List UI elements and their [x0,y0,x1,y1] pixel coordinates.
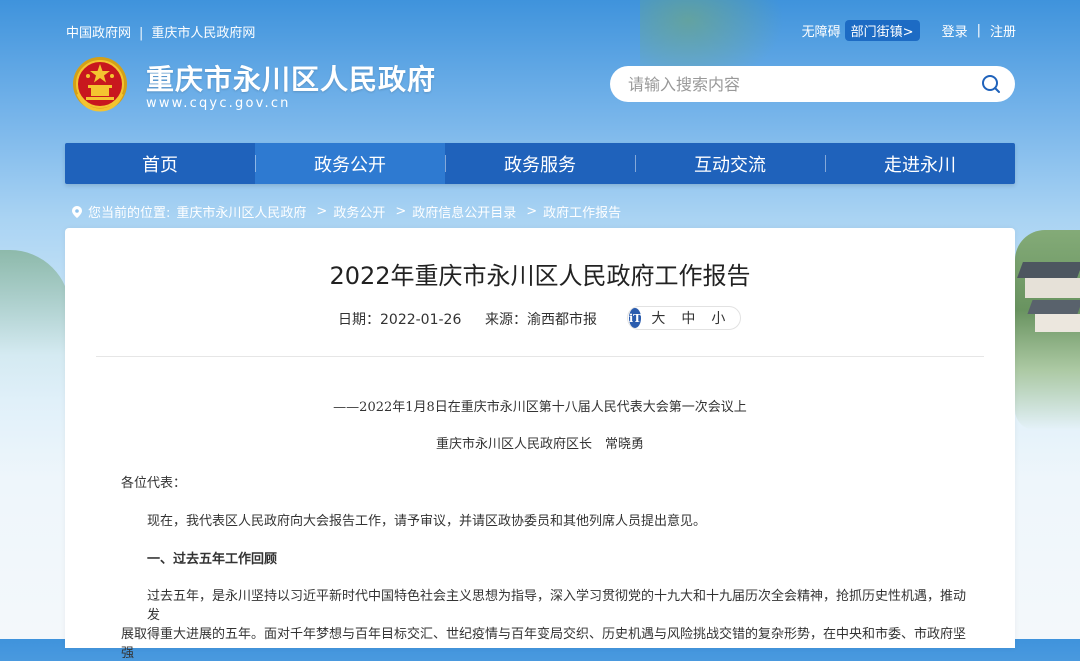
link-china-gov[interactable]: 中国政府网 [66,22,131,41]
nav-about-yongchuan[interactable]: 走进永川 [825,143,1015,184]
breadcrumb-item[interactable]: 政务公开 [333,202,385,221]
article-subtitle: ——2022年1月8日在重庆市永川区第十八届人民代表大会第一次会议上 [333,400,747,415]
font-size-switcher: iT 大 中 小 [627,306,741,330]
divider: | [139,26,144,41]
link-chongqing-gov[interactable]: 重庆市人民政府网 [151,22,255,41]
accessibility-link[interactable]: 无障碍 [802,21,841,40]
nav-gov-services[interactable]: 政务服务 [445,143,635,184]
article-meta: 日期：2022-01-26 来源：渝西都市报 iT 大 中 小 [65,306,1015,330]
article-paragraph: 现在，我代表区人民政府向大会报告工作，请予审议，并请区政协委员和其他列席人员提出… [147,514,707,529]
article-source: 来源：渝西都市报 [485,312,597,328]
login-link[interactable]: 登录 [942,21,968,40]
article-title: 2022年重庆市永川区人民政府工作报告 [329,262,751,290]
article-date: 日期：2022-01-26 [338,312,462,328]
article-paragraph: 展取得重大进展的五年。面对千年梦想与百年目标交汇、世纪疫情与百年变局交织、历史机… [121,627,967,661]
nav-gov-affairs[interactable]: 政务公开 [255,143,445,184]
divider [96,356,984,357]
background-wall [1035,314,1080,332]
location-pin-icon [72,205,82,218]
breadcrumb-separator: > [395,204,407,219]
article-author: 重庆市永川区人民政府区长 常晓勇 [435,437,644,452]
breadcrumb-separator: > [316,204,328,219]
article-card: 2022年重庆市永川区人民政府工作报告 日期：2022-01-26 来源：渝西都… [65,228,1015,661]
background-roof [1017,262,1080,278]
font-size-large[interactable]: 大 [651,308,665,328]
background-hill [0,250,70,400]
article-section-heading: 一、过去五年工作回顾 [147,552,278,567]
search-icon[interactable] [981,74,1001,94]
national-emblem-icon [73,57,127,112]
nav-interaction[interactable]: 互动交流 [635,143,825,184]
article-paragraph: 过去五年，是永川坚持以习近平新时代中国特色社会主义思想为指导，深入学习贯彻党的十… [147,589,967,623]
dept-button[interactable]: 部门街镇> [844,20,920,41]
breadcrumb-separator: > [526,204,538,219]
top-links: 中国政府网 | 重庆市人民政府网 [66,22,255,41]
font-size-icon: iT [629,308,642,328]
breadcrumb-label: 您当前的位置: [88,206,171,221]
breadcrumb-item[interactable]: 政府信息公开目录 [412,202,516,221]
background-wall [1025,278,1080,298]
breadcrumb-item[interactable]: 政府工作报告 [543,202,621,221]
main-nav: 首页 政务公开 政务服务 互动交流 走进永川 [65,143,1015,184]
register-link[interactable]: 注册 [990,21,1016,40]
breadcrumb-item[interactable]: 重庆市永川区人民政府 [176,202,306,221]
divider: | [976,23,981,38]
nav-home[interactable]: 首页 [65,143,255,184]
site-url: www.cqyc.gov.cn [146,96,291,111]
breadcrumb: 您当前的位置: 重庆市永川区人民政府 > 政务公开 > 政府信息公开目录 > 政… [72,202,627,221]
article-greeting: 各位代表： [121,476,187,491]
search-input[interactable] [626,73,981,95]
font-size-small[interactable]: 小 [711,308,725,328]
site-title[interactable]: 重庆市永川区人民政府 [146,58,436,98]
search-box [610,66,1015,102]
font-size-medium[interactable]: 中 [681,308,695,328]
top-right-links: 无障碍 部门街镇> 登录 | 注册 [802,20,1016,41]
background-roof [1027,300,1080,314]
